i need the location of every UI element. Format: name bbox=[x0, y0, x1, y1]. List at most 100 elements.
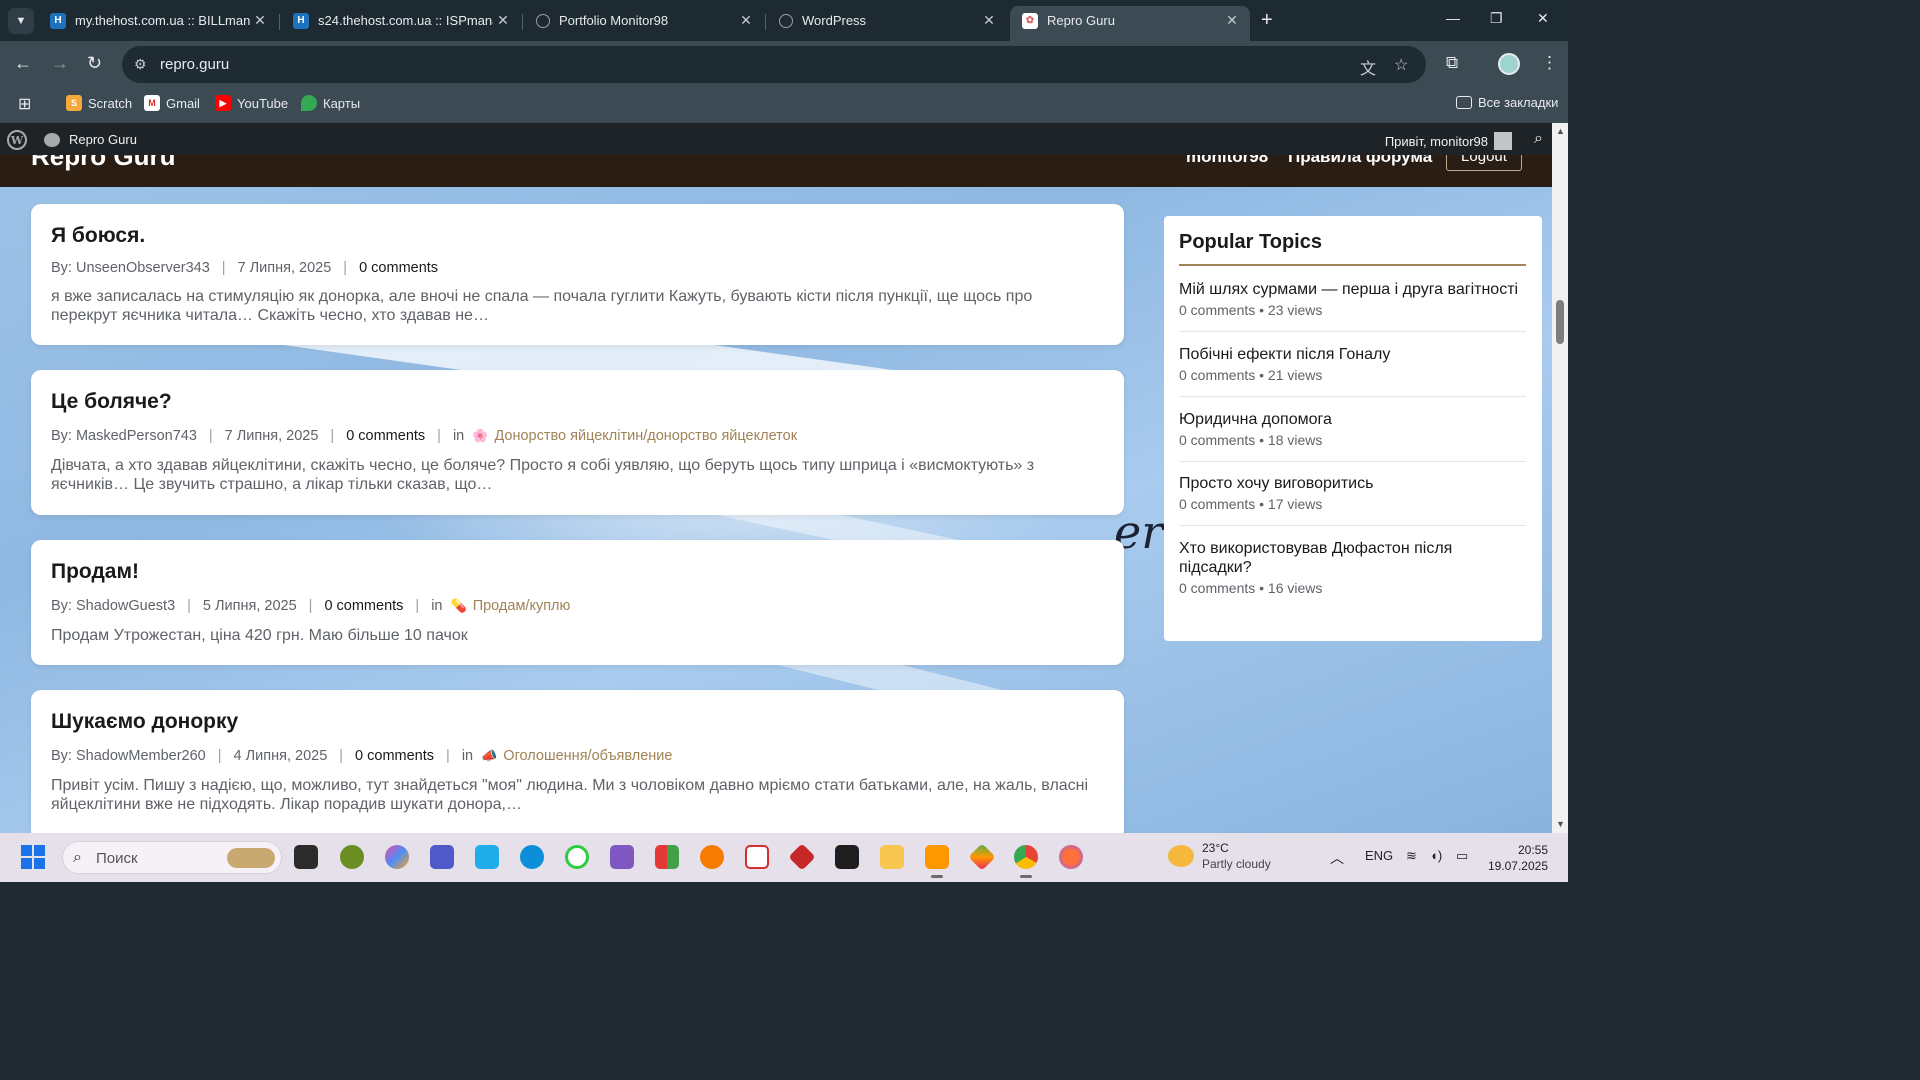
nav-link-rules[interactable]: Правила форума bbox=[1288, 155, 1432, 167]
site-info-icon[interactable]: ⚙ bbox=[134, 56, 147, 73]
post-comments-link[interactable]: 0 comments bbox=[324, 598, 403, 614]
post-excerpt: Привіт усім. Пишу з надією, що, можливо,… bbox=[51, 777, 1089, 813]
git-icon[interactable] bbox=[788, 843, 816, 871]
jupyter-icon[interactable] bbox=[700, 845, 724, 869]
visual-studio-icon[interactable] bbox=[610, 845, 634, 869]
nav-link-profile[interactable]: monitor98 bbox=[1186, 155, 1268, 167]
wp-account-menu[interactable]: Привіт, monitor98 bbox=[1385, 132, 1512, 150]
edge-icon[interactable] bbox=[520, 845, 544, 869]
tab-search-menu-button[interactable]: ▼ bbox=[8, 8, 34, 34]
meta-separator: | bbox=[437, 428, 441, 444]
taskbar-search-box[interactable]: ⌕ Поиск bbox=[62, 841, 282, 874]
extensions-icon[interactable]: ⧉ bbox=[1446, 53, 1458, 73]
tab-wordpress[interactable]: WordPress ✕ bbox=[767, 6, 1007, 35]
close-tab-icon[interactable]: ✕ bbox=[250, 12, 270, 29]
popular-topic-item[interactable]: Мій шлях сурмами — перша і друга вагітно… bbox=[1179, 280, 1529, 318]
popular-topic-item[interactable]: Юридична допомога 0 comments • 18 views bbox=[1179, 410, 1529, 448]
app-icon[interactable] bbox=[655, 845, 679, 869]
post-date: 7 Липня, 2025 bbox=[237, 260, 332, 276]
all-bookmarks[interactable]: Все закладки bbox=[1456, 95, 1558, 110]
teams-icon[interactable] bbox=[430, 845, 454, 869]
tab-repro-guru[interactable]: ✿ Repro Guru ✕ bbox=[1010, 6, 1250, 41]
site-title[interactable]: Repro Guru bbox=[31, 155, 175, 172]
taskbar-clock[interactable]: 20:55 19.07.2025 bbox=[1488, 842, 1548, 874]
chevron-up-icon[interactable]: ︿ bbox=[1330, 848, 1344, 868]
scrollbar-thumb[interactable] bbox=[1556, 300, 1564, 344]
scroll-up-arrow-icon[interactable]: ▲ bbox=[1556, 126, 1565, 136]
tab-portfolio[interactable]: Portfolio Monitor98 ✕ bbox=[524, 6, 764, 35]
sublime-text-icon[interactable] bbox=[925, 845, 949, 878]
chrome-icon[interactable] bbox=[1014, 845, 1038, 878]
language-indicator[interactable]: ENG bbox=[1365, 848, 1393, 863]
topic-title[interactable]: Побічні ефекти після Гоналу bbox=[1179, 345, 1529, 364]
topic-title[interactable]: Юридична допомога bbox=[1179, 410, 1529, 429]
app-icon[interactable] bbox=[968, 843, 996, 871]
terminal-icon[interactable] bbox=[835, 845, 859, 869]
topic-title[interactable]: Просто хочу виговоритись bbox=[1179, 474, 1529, 493]
post-title[interactable]: Це боляче? bbox=[51, 390, 172, 414]
weather-widget[interactable]: 23°C Partly cloudy bbox=[1168, 841, 1271, 871]
close-tab-icon[interactable]: ✕ bbox=[493, 12, 513, 29]
new-tab-icon[interactable]: + bbox=[1261, 10, 1273, 30]
firefox-icon[interactable] bbox=[1059, 845, 1083, 869]
post-meta: By: ShadowGuest3 | 5 Липня, 2025 | 0 com… bbox=[51, 598, 570, 614]
wp-site-link[interactable]: Repro Guru bbox=[44, 132, 137, 147]
tab-ispmanager[interactable]: H s24.thehost.com.ua :: ISPmanager ✕ bbox=[281, 6, 521, 35]
post-title[interactable]: Шукаємо донорку bbox=[51, 710, 238, 734]
wordpress-logo-icon[interactable]: W bbox=[7, 130, 27, 150]
scroll-down-arrow-icon[interactable]: ▼ bbox=[1556, 819, 1565, 829]
popular-topic-item[interactable]: Просто хочу виговоритись 0 comments • 17… bbox=[1179, 474, 1529, 512]
translate-icon[interactable]: 文 bbox=[1360, 55, 1376, 79]
windows-start-icon[interactable] bbox=[21, 845, 45, 869]
back-arrow-icon[interactable]: ← bbox=[14, 53, 32, 73]
tab-title: s24.thehost.com.ua :: ISPmanager bbox=[318, 13, 493, 28]
close-tab-icon[interactable]: ✕ bbox=[1222, 12, 1242, 29]
volume-icon[interactable]: ◖) bbox=[1430, 848, 1442, 863]
page-scrollbar[interactable]: ▲ ▼ bbox=[1552, 123, 1568, 833]
task-view-icon[interactable] bbox=[294, 845, 318, 869]
loading-app-icon[interactable] bbox=[565, 845, 589, 869]
bookmark-maps[interactable]: Карты bbox=[301, 95, 360, 111]
url-text[interactable]: repro.guru bbox=[160, 56, 229, 73]
profile-avatar[interactable] bbox=[1498, 53, 1520, 75]
power-automate-icon[interactable] bbox=[475, 845, 499, 869]
copilot-icon[interactable] bbox=[385, 845, 409, 869]
post-comments-link[interactable]: 0 comments bbox=[359, 260, 438, 276]
popular-topic-item[interactable]: Побічні ефекти після Гоналу 0 comments •… bbox=[1179, 345, 1529, 383]
wifi-icon[interactable]: ≋ bbox=[1406, 848, 1417, 864]
popular-topic-item[interactable]: Хто використовував Дюфастон після підсад… bbox=[1179, 539, 1499, 596]
close-window-icon[interactable]: ✕ bbox=[1537, 10, 1549, 27]
post-category-link[interactable]: Оголошення/объявление bbox=[503, 748, 672, 764]
logout-button[interactable]: Logout bbox=[1446, 155, 1522, 171]
app-icon[interactable] bbox=[745, 845, 769, 869]
close-tab-icon[interactable]: ✕ bbox=[736, 12, 756, 29]
file-explorer-icon[interactable] bbox=[880, 845, 904, 869]
widgets-icon[interactable] bbox=[340, 845, 364, 869]
close-tab-icon[interactable]: ✕ bbox=[979, 12, 999, 29]
post-category-link[interactable]: Продам/куплю bbox=[473, 598, 571, 614]
post-title[interactable]: Я боюся. bbox=[51, 224, 145, 248]
post-comments-link[interactable]: 0 comments bbox=[355, 748, 434, 764]
post-title[interactable]: Продам! bbox=[51, 560, 139, 584]
topic-title[interactable]: Хто використовував Дюфастон після підсад… bbox=[1179, 539, 1499, 577]
post-category-link[interactable]: Донорство яйцеклітин/донорство яйцеклето… bbox=[494, 428, 797, 444]
meta-separator: | bbox=[343, 260, 348, 276]
browser-menu-icon[interactable]: ⋮ bbox=[1541, 53, 1558, 73]
bookmark-scratch[interactable]: S Scratch bbox=[66, 95, 132, 111]
bookmark-youtube[interactable]: ▶ YouTube bbox=[215, 95, 288, 111]
search-icon[interactable]: ⌕ bbox=[1534, 130, 1543, 148]
meta-separator: | bbox=[308, 598, 313, 614]
restore-icon[interactable]: ❐ bbox=[1490, 10, 1503, 27]
bookmark-gmail[interactable]: M Gmail bbox=[144, 95, 200, 111]
address-bar[interactable]: ⚙ repro.guru 文 ☆ bbox=[122, 46, 1426, 83]
minimize-icon[interactable]: — bbox=[1446, 10, 1460, 26]
bookmark-star-icon[interactable]: ☆ bbox=[1394, 55, 1408, 75]
reload-icon[interactable]: ↻ bbox=[87, 53, 102, 73]
battery-icon[interactable]: ▭ bbox=[1456, 848, 1468, 864]
tab-billmanager[interactable]: H my.thehost.com.ua :: BILLmanager ✕ bbox=[38, 6, 278, 35]
topic-title[interactable]: Мій шлях сурмами — перша і друга вагітно… bbox=[1179, 280, 1529, 299]
apps-grid-icon[interactable]: ⊞ bbox=[18, 94, 31, 114]
forward-arrow-icon[interactable]: → bbox=[51, 53, 69, 73]
post-comments-link[interactable]: 0 comments bbox=[346, 428, 425, 444]
post-in-label: in bbox=[461, 748, 474, 764]
